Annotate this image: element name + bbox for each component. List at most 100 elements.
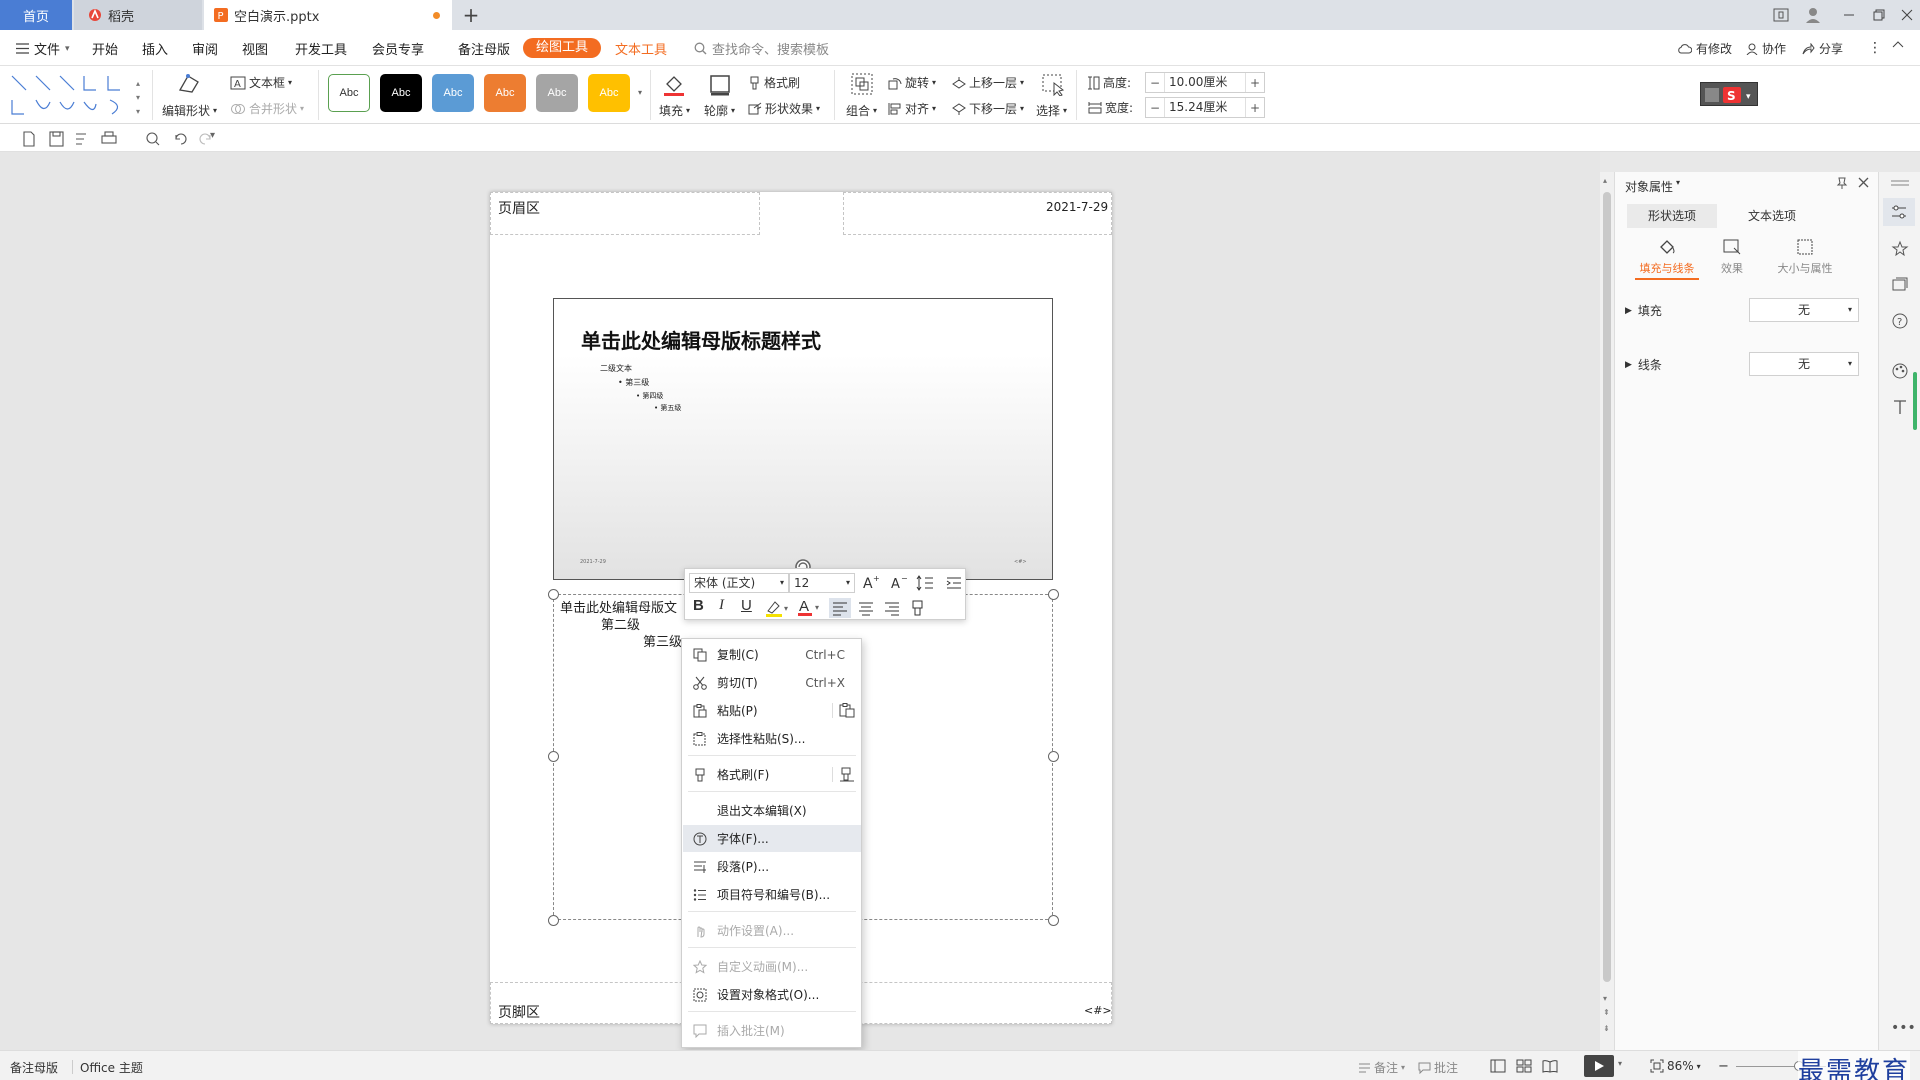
avatar[interactable] bbox=[1800, 4, 1826, 26]
fill-section-toggle[interactable]: ▶ 填充 bbox=[1625, 302, 1662, 319]
bold-icon[interactable]: B bbox=[693, 597, 704, 614]
page-down-icon[interactable]: ⇟ bbox=[1603, 1024, 1610, 1033]
slide-thumbnail[interactable]: 单击此处编辑母版标题样式 二级文本 • 第三级 • 第四级 • 第五级 2021… bbox=[553, 298, 1053, 580]
menu-format-painter[interactable]: 格式刷(F) bbox=[683, 761, 861, 788]
sub-tab-fill-line[interactable]: 填充与线条 bbox=[1635, 238, 1699, 280]
tab-shape-options[interactable]: 形状选项 bbox=[1627, 204, 1717, 228]
collapse-ribbon-icon[interactable] bbox=[1892, 40, 1904, 48]
sorter-view-icon[interactable] bbox=[1516, 1059, 1532, 1073]
shape-style-6[interactable]: Abc bbox=[588, 74, 630, 112]
more-icon[interactable]: ⋮ bbox=[1868, 40, 1882, 56]
edit-shape-icon[interactable] bbox=[176, 72, 202, 94]
send-backward-button[interactable]: 下移一层 ▾ bbox=[952, 100, 1024, 117]
export-icon[interactable] bbox=[74, 131, 90, 147]
reading-view-icon[interactable] bbox=[1542, 1059, 1558, 1073]
height-increment[interactable]: + bbox=[1246, 76, 1264, 90]
align-center-icon[interactable] bbox=[855, 598, 877, 618]
menu-bullets[interactable]: 项目符号和编号(B)... bbox=[683, 881, 861, 908]
fill-button[interactable]: 填充 ▾ bbox=[659, 102, 690, 119]
play-options-icon[interactable]: ▾ bbox=[1618, 1059, 1622, 1068]
fill-select[interactable]: 无 ▾ bbox=[1749, 298, 1859, 322]
resize-handle-left[interactable] bbox=[548, 751, 559, 762]
preview-icon[interactable] bbox=[144, 131, 160, 147]
resize-handle-top-left[interactable] bbox=[548, 589, 559, 600]
group-icon[interactable] bbox=[850, 72, 874, 96]
line-spacing-icon[interactable] bbox=[917, 573, 937, 593]
palette-icon[interactable] bbox=[1891, 362, 1909, 380]
resize-handle-right[interactable] bbox=[1048, 751, 1059, 762]
collab-button[interactable]: 协作 bbox=[1746, 40, 1786, 57]
play-slideshow-button[interactable] bbox=[1584, 1055, 1614, 1077]
align-button[interactable]: 对齐 ▾ bbox=[888, 100, 936, 117]
modified-button[interactable]: 有修改 bbox=[1678, 40, 1732, 57]
menu-exit-text-edit[interactable]: 退出文本编辑(X) bbox=[683, 797, 861, 824]
status-mode[interactable]: 备注母版 bbox=[10, 1059, 58, 1076]
minimize-button[interactable] bbox=[1836, 4, 1862, 26]
align-left-icon[interactable] bbox=[829, 598, 851, 618]
zoom-control[interactable]: 86% ▾ bbox=[1650, 1059, 1701, 1073]
italic-icon[interactable]: I bbox=[719, 597, 724, 614]
close-button[interactable] bbox=[1894, 4, 1920, 26]
bring-forward-button[interactable]: 上移一层 ▾ bbox=[952, 74, 1024, 91]
paste-options-icon[interactable] bbox=[832, 703, 855, 718]
height-value[interactable]: 10.00厘米 bbox=[1164, 73, 1246, 92]
indent-icon[interactable] bbox=[943, 573, 963, 593]
status-comments-button[interactable]: 批注 bbox=[1418, 1059, 1458, 1076]
menu-cut[interactable]: 剪切(T) Ctrl+X bbox=[683, 669, 861, 696]
shape-effect-button[interactable]: 形状效果 ▾ bbox=[748, 100, 820, 117]
panel-close-icon[interactable] bbox=[1857, 176, 1870, 189]
menu-paragraph[interactable]: 段落(P)... bbox=[683, 853, 861, 880]
shape-style-4[interactable]: Abc bbox=[484, 74, 526, 112]
menu-drawing-tools[interactable]: 绘图工具 bbox=[523, 38, 602, 58]
menu-review[interactable]: 审阅 bbox=[192, 39, 218, 58]
slide-switch-icon[interactable] bbox=[1891, 276, 1909, 294]
vertical-scrollbar[interactable]: ▴ ▾ ⇞ ⇟ bbox=[1600, 172, 1614, 1050]
outline-button[interactable]: 轮廓 ▾ bbox=[704, 102, 735, 119]
menu-developer[interactable]: 开发工具 bbox=[295, 39, 347, 58]
group-button[interactable]: 组合 ▾ bbox=[846, 102, 877, 119]
menu-copy[interactable]: 复制(C) Ctrl+C bbox=[683, 641, 861, 668]
layout-icon[interactable] bbox=[1768, 4, 1794, 26]
format-painter-options-icon[interactable] bbox=[832, 767, 855, 782]
menu-paste-special[interactable]: 选择性粘贴(S)... bbox=[683, 725, 861, 752]
shape-style-1[interactable]: Abc bbox=[328, 74, 370, 112]
menu-view[interactable]: 视图 bbox=[242, 39, 268, 58]
text-box-button[interactable]: A 文本框 ▾ bbox=[230, 74, 292, 91]
merge-shape-button[interactable]: 合并形状 ▾ bbox=[230, 100, 304, 117]
font-color-icon[interactable]: A ▾ bbox=[797, 597, 823, 617]
menu-text-tools[interactable]: 文本工具 bbox=[615, 39, 667, 58]
drag-handle-icon[interactable] bbox=[1891, 180, 1909, 182]
select-icon[interactable] bbox=[1042, 74, 1066, 96]
status-notes-button[interactable]: 备注 ▾ bbox=[1358, 1059, 1405, 1076]
rotate-button[interactable]: 旋转 ▾ bbox=[888, 74, 936, 91]
line-select[interactable]: 无 ▾ bbox=[1749, 352, 1859, 376]
zoom-out-icon[interactable]: − bbox=[1718, 1059, 1729, 1074]
resize-handle-bottom-left[interactable] bbox=[548, 915, 559, 926]
pin-icon[interactable] bbox=[1835, 176, 1849, 190]
tab-text-options[interactable]: 文本选项 bbox=[1727, 204, 1817, 228]
grow-font-icon[interactable] bbox=[861, 573, 887, 593]
panel-title[interactable]: 对象属性 ▾ bbox=[1625, 178, 1680, 195]
help-icon[interactable]: ? bbox=[1891, 312, 1909, 330]
resize-handle-bottom-right[interactable] bbox=[1048, 915, 1059, 926]
line-shapes-gallery[interactable]: ▴ ▾ ▾ bbox=[8, 72, 148, 118]
menu-start[interactable]: 开始 bbox=[92, 39, 118, 58]
select-button[interactable]: 选择 ▾ bbox=[1036, 102, 1067, 119]
text-tool-icon[interactable] bbox=[1891, 398, 1909, 416]
menu-insert-comment[interactable]: 插入批注(M) bbox=[683, 1017, 861, 1044]
scroll-down-icon[interactable]: ▾ bbox=[1603, 994, 1607, 1003]
command-search[interactable]: 查找命令、搜索模板 bbox=[694, 39, 829, 58]
normal-view-icon[interactable] bbox=[1490, 1059, 1506, 1073]
format-painter-icon[interactable] bbox=[907, 598, 929, 618]
undo-icon[interactable] bbox=[172, 131, 188, 147]
highlight-icon[interactable]: ▾ bbox=[765, 599, 791, 617]
scroll-up-icon[interactable]: ▴ bbox=[1603, 176, 1607, 185]
new-file-icon[interactable] bbox=[22, 131, 36, 147]
menu-font[interactable]: 字体(F)... bbox=[683, 825, 861, 852]
menu-insert[interactable]: 插入 bbox=[142, 39, 168, 58]
status-theme[interactable]: Office 主题 bbox=[80, 1059, 143, 1076]
save-icon[interactable] bbox=[48, 131, 64, 147]
shrink-font-icon[interactable] bbox=[889, 573, 915, 593]
edit-shape-button[interactable]: 编辑形状 ▾ bbox=[162, 102, 217, 119]
height-decrement[interactable]: − bbox=[1146, 76, 1164, 90]
